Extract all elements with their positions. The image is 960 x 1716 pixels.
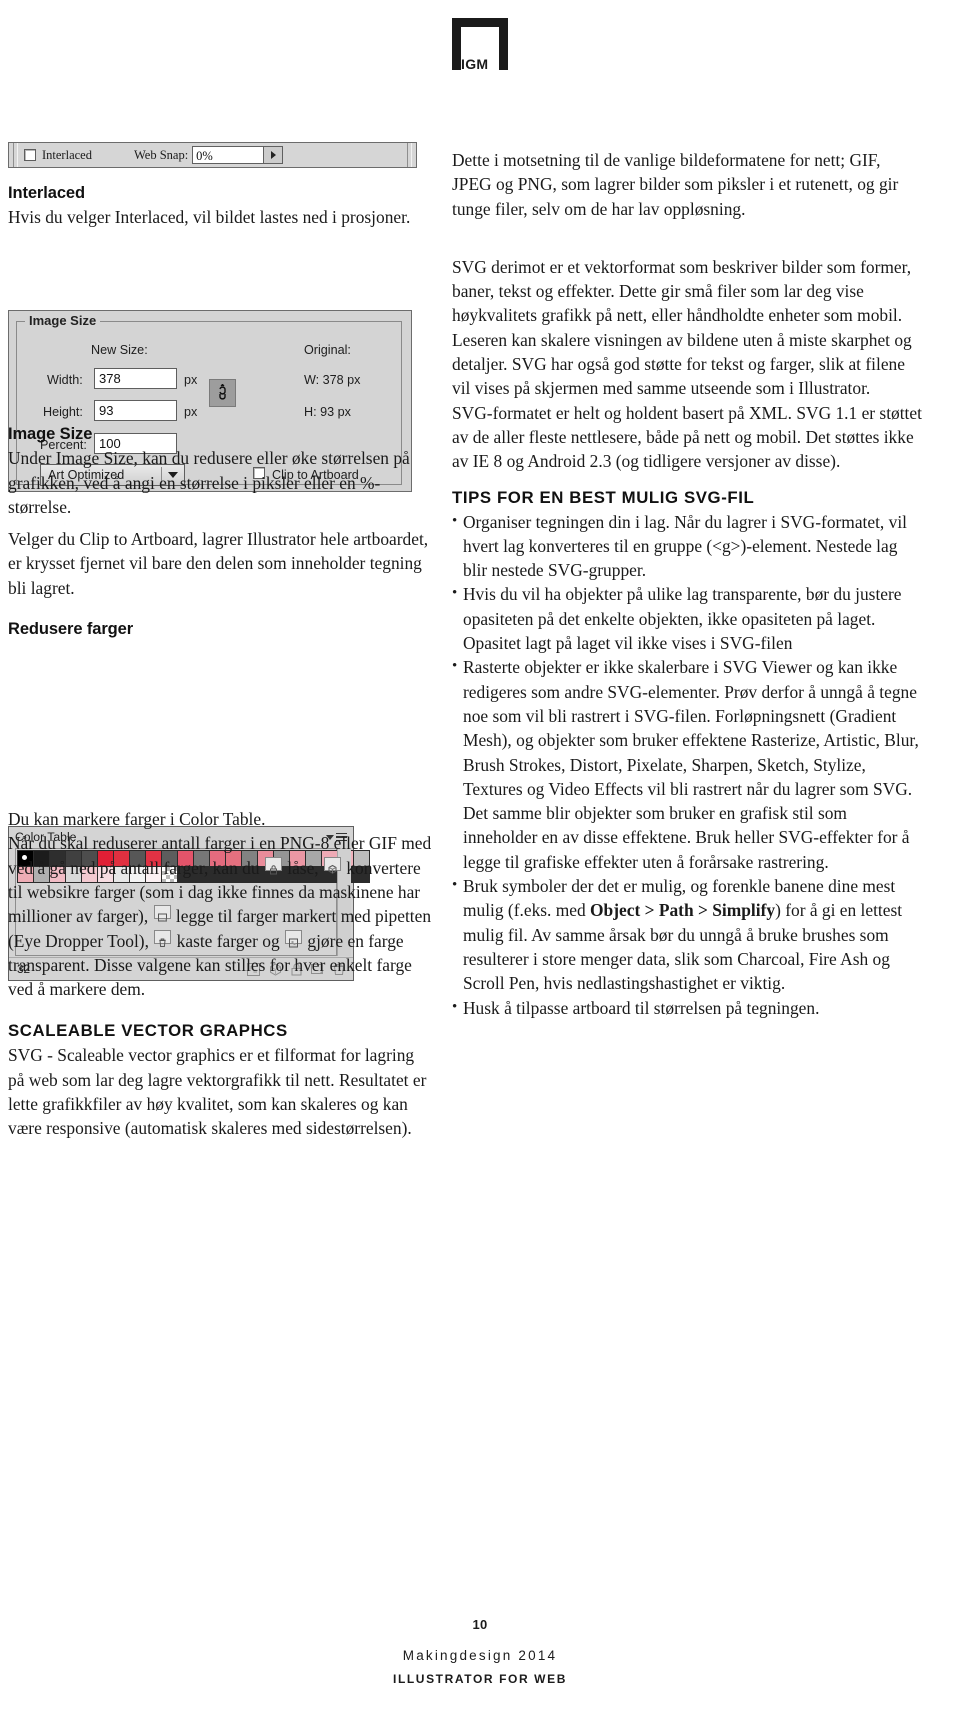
trash-glyph bbox=[159, 938, 166, 947]
page-footer: 10 Makingdesign 2014 ILLUSTRATOR FOR WEB bbox=[0, 1617, 960, 1686]
new-color-icon bbox=[153, 905, 171, 922]
tips-bullet-list: Organiser tegningen din i lag. Når du la… bbox=[452, 509, 922, 1020]
paragraph-image-size-2: Velger du Clip to Artboard, lagrer Illus… bbox=[8, 529, 429, 598]
paragraph-right-3: SVG-formatet er helt og holdent basert p… bbox=[452, 402, 922, 472]
footer-subtitle: ILLUSTRATOR FOR WEB bbox=[393, 1672, 567, 1686]
paragraph-image-size-1: Under Image Size, kan du redusere eller … bbox=[8, 448, 410, 517]
web-shift-glyph bbox=[328, 864, 337, 874]
bullet4-bold-2: Simplify bbox=[712, 900, 776, 921]
page-number: 10 bbox=[472, 1617, 488, 1632]
trash-icon bbox=[154, 929, 172, 947]
ct-text-b: låse, bbox=[287, 857, 319, 878]
heading-redusere-farger: Redusere farger bbox=[8, 620, 134, 639]
logo: IGM bbox=[0, 18, 960, 72]
lock-glyph bbox=[269, 865, 277, 875]
paragraph-svg-intro: SVG - Scaleable vector graphics er et fi… bbox=[8, 1045, 427, 1139]
heading-image-size: Image Size bbox=[8, 425, 93, 444]
heading-scaleable-vector-graphics: SCALEABLE VECTOR GRAPHCS bbox=[8, 1021, 288, 1041]
left-text-column: Interlaced Hvis du velger Interlaced, vi… bbox=[8, 140, 432, 1141]
ct-text-e: kaste farger og bbox=[176, 930, 280, 951]
bullet4-tail: Av samme årsak bør du unngå å bruke brus… bbox=[463, 924, 890, 994]
paragraph-color-table-1: Du kan markere farger i Color Table. bbox=[8, 809, 266, 830]
list-item: Organiser tegningen din i lag. Når du la… bbox=[452, 509, 922, 583]
right-text-column: Dette i motsetning til de vanlige bildef… bbox=[452, 148, 922, 1020]
logo-left-bar bbox=[452, 18, 461, 70]
paragraph-right-2: SVG derimot er et vektorformat som beskr… bbox=[452, 256, 912, 399]
heading-interlaced: Interlaced bbox=[8, 184, 85, 202]
transparency-glyph bbox=[289, 938, 299, 948]
footer-title: Makingdesign 2014 bbox=[402, 1648, 558, 1663]
logo-text: IGM bbox=[461, 56, 489, 72]
list-item: Bruk symboler der det er mulig, og foren… bbox=[452, 873, 922, 995]
new-color-glyph bbox=[157, 913, 167, 922]
web-shift-icon bbox=[324, 856, 341, 874]
paragraph-color-table-2: Når du skal reduserer antall farger i en… bbox=[8, 831, 432, 1001]
lock-icon bbox=[264, 856, 282, 875]
list-item: Hvis du vil ha objekter på ulike lag tra… bbox=[452, 581, 922, 655]
transparency-icon bbox=[285, 929, 303, 948]
heading-tips-svg: TIPS FOR EN BEST MULIG SVG-FIL bbox=[452, 487, 755, 507]
paragraph-right-1: Dette i motsetning til de vanlige bildef… bbox=[452, 150, 899, 219]
bullet4-bold-1: Object > Path > bbox=[590, 900, 708, 921]
list-item: Rasterte objekter er ikke skalerbare i S… bbox=[452, 654, 922, 874]
paragraph-interlaced: Hvis du velger Interlaced, vil bildet la… bbox=[8, 207, 411, 227]
list-item: Husk å tilpasse artboard til størrelsen … bbox=[452, 994, 922, 1020]
